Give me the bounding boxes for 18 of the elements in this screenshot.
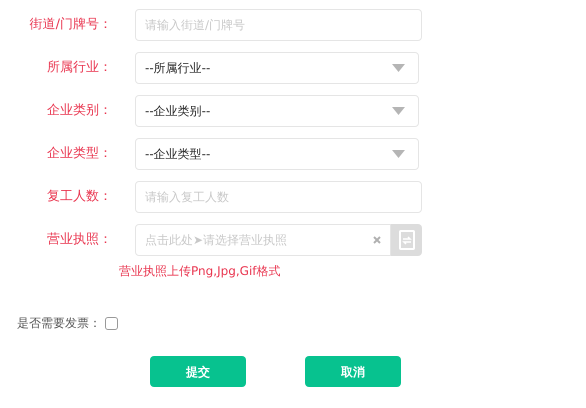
upload-hint: 营业执照上传Png,Jpg,Gif格式 <box>119 263 282 280</box>
field-label: 街道/门牌号： <box>28 16 112 34</box>
field-label: 复工人数： <box>46 188 112 206</box>
select-field[interactable]: --企业类别-- <box>135 95 419 127</box>
select-field[interactable]: --所属行业-- <box>135 52 419 84</box>
select-field[interactable]: --企业类型-- <box>135 138 419 170</box>
dropdown-arrow-icon <box>392 64 405 72</box>
browse-button[interactable] <box>391 224 422 256</box>
invoice-label: 是否需要发票： <box>17 315 101 332</box>
clear-icon[interactable] <box>373 236 381 244</box>
field-label: 营业执照： <box>46 231 112 250</box>
dropdown-arrow-icon <box>392 107 405 115</box>
invoice-checkbox[interactable] <box>105 316 118 330</box>
field-label: 企业类别： <box>46 102 112 120</box>
field-label: 企业类型： <box>46 145 112 164</box>
file-icon <box>398 230 414 250</box>
dropdown-arrow-icon <box>392 150 405 158</box>
field-label: 所属行业： <box>46 59 112 78</box>
